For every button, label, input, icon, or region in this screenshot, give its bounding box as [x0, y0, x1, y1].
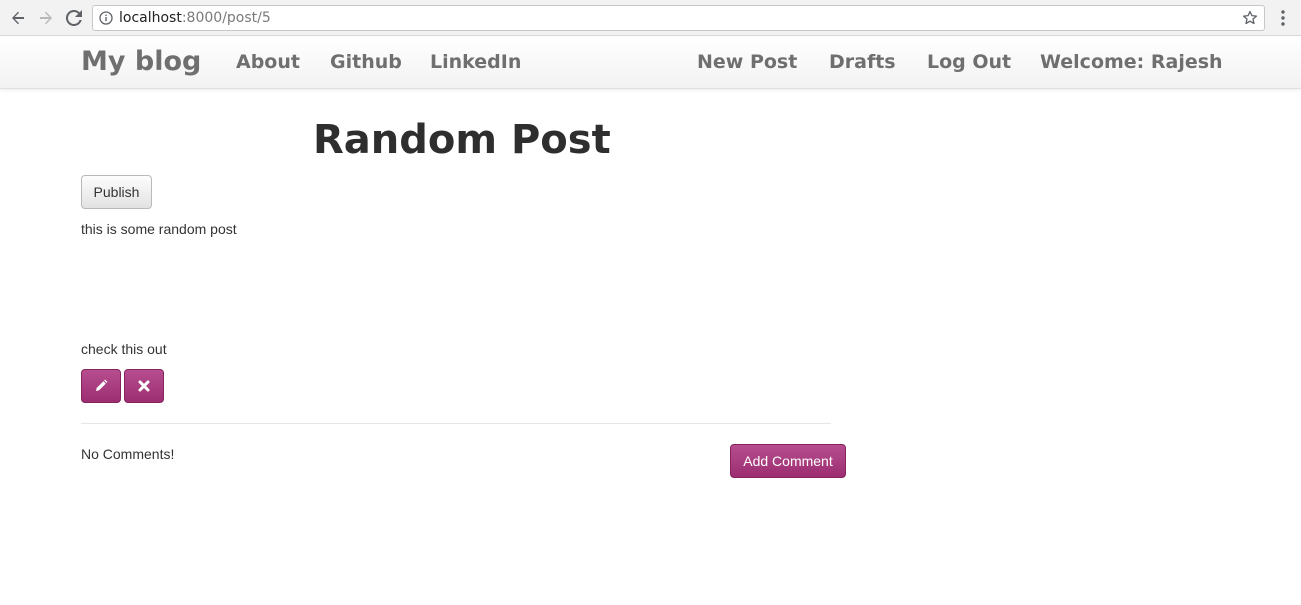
address-bar[interactable]: localhost:8000/post/5 — [92, 5, 1265, 31]
nav-log-out[interactable]: Log Out — [927, 49, 1011, 75]
post-body-line: check this out — [81, 341, 167, 357]
delete-post-button[interactable] — [124, 369, 164, 403]
remove-icon — [138, 380, 150, 392]
post-title: Random Post — [313, 117, 611, 163]
nav-github[interactable]: Github — [330, 49, 402, 75]
publish-button[interactable]: Publish — [81, 175, 152, 209]
nav-about[interactable]: About — [236, 49, 300, 75]
nav-drafts[interactable]: Drafts — [829, 49, 896, 75]
url-path: :8000/post/5 — [181, 10, 271, 26]
reload-icon[interactable] — [64, 8, 84, 28]
no-comments-text: No Comments! — [81, 446, 175, 462]
brand-link[interactable]: My blog — [81, 46, 201, 78]
bookmark-star-icon[interactable] — [1242, 10, 1258, 26]
url-text: localhost:8000/post/5 — [119, 10, 271, 26]
comments-divider — [81, 423, 831, 424]
info-icon[interactable] — [99, 11, 113, 25]
url-host: localhost — [119, 10, 182, 26]
nav-linkedin[interactable]: LinkedIn — [430, 49, 521, 75]
edit-post-button[interactable] — [81, 369, 121, 403]
nav-new-post[interactable]: New Post — [697, 49, 797, 75]
forward-icon[interactable] — [36, 8, 56, 28]
site-navbar: My blog About Github LinkedIn New Post D… — [0, 37, 1301, 89]
post-body-line: this is some random post — [81, 221, 237, 237]
browser-menu-icon[interactable] — [1276, 9, 1290, 27]
add-comment-button[interactable]: Add Comment — [730, 444, 846, 478]
pencil-icon — [96, 379, 108, 391]
browser-toolbar: localhost:8000/post/5 — [0, 0, 1301, 36]
back-icon[interactable] — [8, 8, 28, 28]
nav-welcome-user[interactable]: Welcome: Rajesh — [1040, 49, 1223, 75]
